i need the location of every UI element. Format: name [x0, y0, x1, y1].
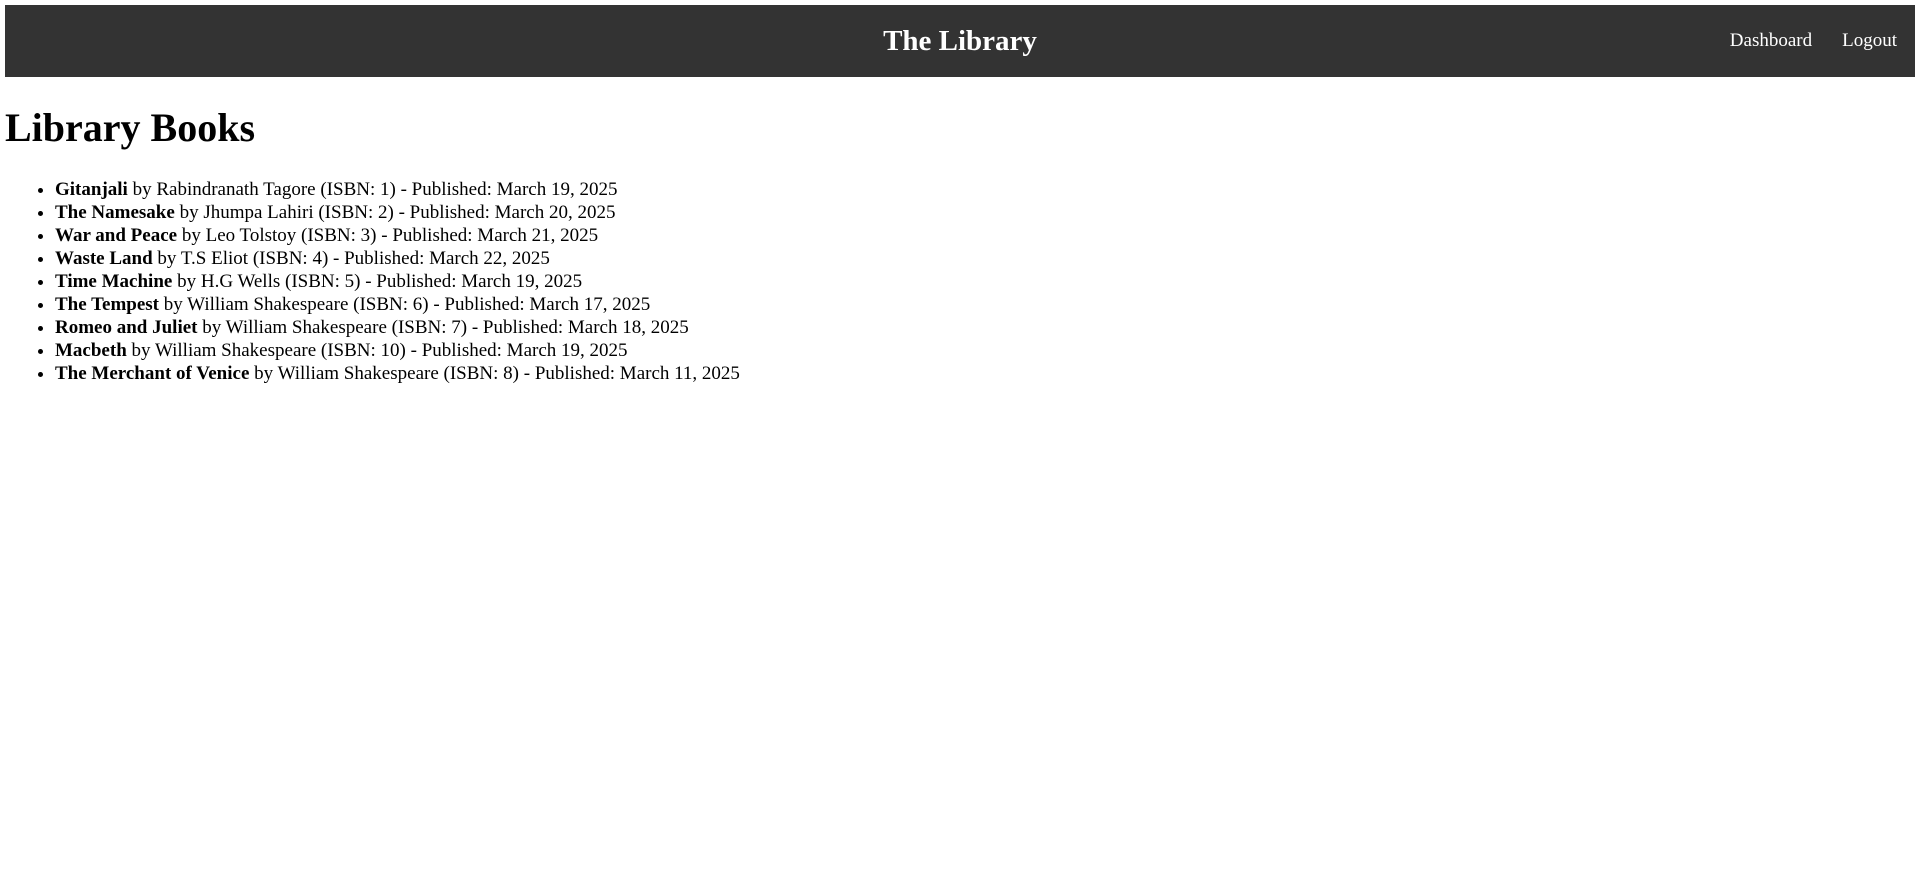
book-list-item: Romeo and Juliet by William Shakespeare …: [55, 316, 740, 339]
book-title: War and Peace: [55, 225, 178, 246]
book-author: Leo Tolstoy: [205, 225, 297, 246]
book-list-item: Gitanjali by Rabindranath Tagore (ISBN: …: [55, 178, 740, 201]
nav-logout-link[interactable]: Logout: [1842, 30, 1897, 52]
site-title: The Library: [883, 25, 1037, 57]
book-author: William Shakespeare: [277, 363, 439, 384]
book-details: (ISBN: 2) - Published: March 20, 2025: [318, 202, 616, 223]
nav-dashboard-link[interactable]: Dashboard: [1730, 30, 1812, 52]
book-by-connector: by: [202, 317, 222, 338]
book-title: Time Machine: [55, 271, 173, 292]
nav-links: Dashboard Logout: [1730, 5, 1897, 77]
book-details: (ISBN: 8) - Published: March 11, 2025: [443, 363, 740, 384]
book-list-item: Time Machine by H.G Wells (ISBN: 5) - Pu…: [55, 270, 740, 293]
book-author: Jhumpa Lahiri: [203, 202, 314, 223]
book-title: Romeo and Juliet: [55, 317, 198, 338]
book-details: (ISBN: 10) - Published: March 19, 2025: [320, 340, 628, 361]
book-list-item: Waste Land by T.S Eliot (ISBN: 4) - Publ…: [55, 247, 740, 270]
book-details: (ISBN: 7) - Published: March 18, 2025: [391, 317, 689, 338]
page-title: Library Books: [5, 105, 256, 150]
book-details: (ISBN: 1) - Published: March 19, 2025: [320, 179, 618, 200]
book-by-connector: by: [163, 294, 183, 315]
book-list-item: The Tempest by William Shakespeare (ISBN…: [55, 293, 740, 316]
book-list: Gitanjali by Rabindranath Tagore (ISBN: …: [15, 178, 740, 385]
book-by-connector: by: [181, 225, 201, 246]
book-by-connector: by: [131, 340, 151, 361]
book-list-item: Macbeth by William Shakespeare (ISBN: 10…: [55, 339, 740, 362]
book-list-item: The Merchant of Venice by William Shakes…: [55, 362, 740, 385]
book-author: William Shakespeare: [225, 317, 387, 338]
book-title: Waste Land: [55, 248, 153, 269]
book-author: H.G Wells: [200, 271, 281, 292]
book-title: The Merchant of Venice: [55, 363, 250, 384]
book-author: William Shakespeare: [187, 294, 349, 315]
book-details: (ISBN: 4) - Published: March 22, 2025: [252, 248, 550, 269]
book-author: Rabindranath Tagore: [156, 179, 316, 200]
book-title: Gitanjali: [55, 179, 128, 200]
book-details: (ISBN: 3) - Published: March 21, 2025: [301, 225, 599, 246]
book-title: The Tempest: [55, 294, 159, 315]
navbar: The Library Dashboard Logout: [5, 5, 1915, 77]
book-list-item: War and Peace by Leo Tolstoy (ISBN: 3) -…: [55, 224, 740, 247]
book-title: Macbeth: [55, 340, 127, 361]
book-by-connector: by: [179, 202, 199, 223]
book-details: (ISBN: 6) - Published: March 17, 2025: [353, 294, 651, 315]
book-by-connector: by: [177, 271, 197, 292]
book-by-connector: by: [157, 248, 177, 269]
book-title: The Namesake: [55, 202, 175, 223]
book-author: William Shakespeare: [154, 340, 317, 361]
book-by-connector: by: [254, 363, 274, 384]
book-list-item: The Namesake by Jhumpa Lahiri (ISBN: 2) …: [55, 201, 740, 224]
book-details: (ISBN: 5) - Published: March 19, 2025: [285, 271, 583, 292]
book-author: T.S Eliot: [180, 248, 249, 269]
book-by-connector: by: [132, 179, 152, 200]
